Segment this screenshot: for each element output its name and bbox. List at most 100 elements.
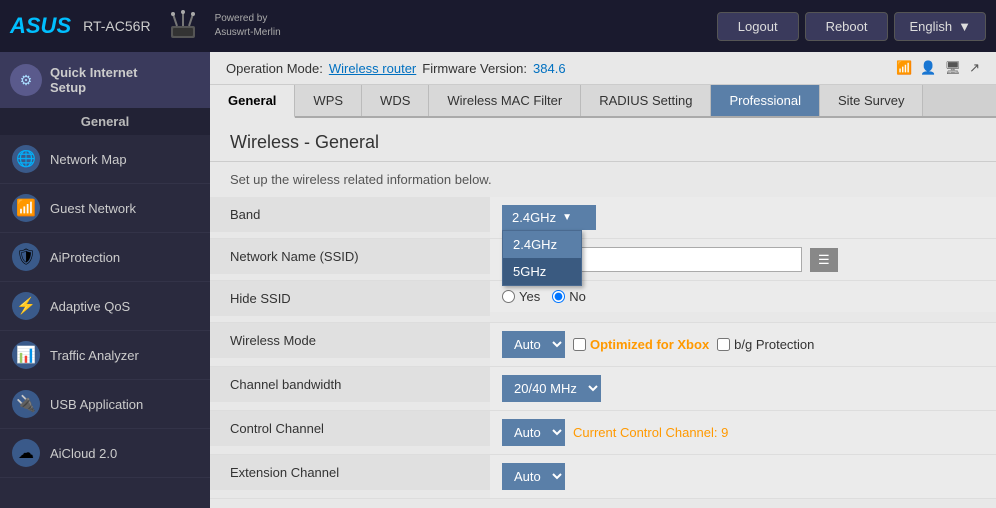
band-option-24ghz[interactable]: 2.4GHz — [503, 231, 581, 258]
tab-site-survey[interactable]: Site Survey — [820, 85, 923, 116]
sidebar-general-title: General — [0, 108, 210, 135]
band-control: 2.4GHz ▼ 2.4GHz 5GHz — [490, 197, 996, 238]
sidebar-item-label: Network Map — [50, 152, 127, 167]
control-channel-row: Control Channel Auto Current Control Cha… — [210, 411, 996, 455]
router-icon — [159, 6, 207, 46]
tab-general[interactable]: General — [210, 85, 295, 118]
bg-protection-checkbox[interactable] — [717, 338, 730, 351]
sidebar-item-guest-network[interactable]: 📶 Guest Network — [0, 184, 210, 233]
bg-protection-checkbox-label[interactable]: b/g Protection — [717, 337, 814, 352]
channel-bw-row: Channel bandwidth 20/40 MHz 20 MHz 40 MH… — [210, 367, 996, 411]
control-channel-label: Control Channel — [210, 411, 490, 446]
logout-button[interactable]: Logout — [717, 12, 799, 41]
main-panel: Wireless - General Set up the wireless r… — [210, 118, 996, 508]
wireless-mode-select[interactable]: Auto — [502, 331, 565, 358]
band-label: Band — [210, 197, 490, 232]
hide-ssid-yes-radio[interactable] — [502, 290, 515, 303]
quick-setup-label: Quick InternetSetup — [50, 65, 137, 95]
asus-logo: ASUS — [10, 13, 71, 39]
xbox-optimized-checkbox-label[interactable]: Optimized for Xbox — [573, 337, 709, 352]
powered-by: Powered by Asuswrt-Merlin — [215, 12, 281, 40]
hide-ssid-row: Hide SSID Yes No — [210, 281, 996, 323]
network-name-row: Network Name (SSID) ☰ — [210, 239, 996, 281]
tab-wps[interactable]: WPS — [295, 85, 362, 116]
quick-internet-setup[interactable]: ⚙ Quick InternetSetup — [0, 52, 210, 108]
extension-channel-row: Extension Channel Auto — [210, 455, 996, 499]
tab-wds[interactable]: WDS — [362, 85, 429, 116]
bg-protection-label: b/g Protection — [734, 337, 814, 352]
sidebar: ⚙ Quick InternetSetup General 🌐 Network … — [0, 52, 210, 508]
sidebar-item-adaptive-qos[interactable]: ⚡ Adaptive QoS — [0, 282, 210, 331]
xbox-optimized-checkbox[interactable] — [573, 338, 586, 351]
fw-label: Firmware Version: — [422, 61, 527, 76]
traffic-analyzer-icon: 📊 — [12, 341, 40, 369]
hide-ssid-radio-group: Yes No — [502, 289, 586, 304]
fw-version: 384.6 — [533, 61, 566, 76]
sidebar-item-label: Traffic Analyzer — [50, 348, 139, 363]
panel-title: Wireless - General — [210, 118, 996, 162]
aiprotection-icon: 🛡 — [12, 243, 40, 271]
model-name: RT-AC56R — [83, 18, 150, 34]
sidebar-item-network-map[interactable]: 🌐 Network Map — [0, 135, 210, 184]
adaptive-qos-icon: ⚡ — [12, 292, 40, 320]
tab-professional[interactable]: Professional — [711, 85, 820, 116]
guest-network-icon: 📶 — [12, 194, 40, 222]
channel-bw-control: 20/40 MHz 20 MHz 40 MHz — [490, 367, 996, 410]
network-name-icon-button[interactable]: ☰ — [810, 248, 838, 272]
sidebar-item-label: Guest Network — [50, 201, 136, 216]
band-dropdown[interactable]: 2.4GHz ▼ 2.4GHz 5GHz — [502, 205, 596, 230]
sidebar-item-usb-application[interactable]: 🔌 USB Application — [0, 380, 210, 429]
wireless-mode-row: Wireless Mode Auto Optimized for Xbox b/… — [210, 323, 996, 367]
channel-bw-select[interactable]: 20/40 MHz 20 MHz 40 MHz — [502, 375, 601, 402]
user-icon: 👤 — [920, 60, 936, 76]
extension-channel-select[interactable]: Auto — [502, 463, 565, 490]
hide-ssid-no-option[interactable]: No — [552, 289, 586, 304]
status-icons: 📶 👤 🖥 ↗ — [896, 60, 980, 76]
channel-bw-label: Channel bandwidth — [210, 367, 490, 402]
quick-setup-icon: ⚙ — [10, 64, 42, 96]
panel-description: Set up the wireless related information … — [210, 162, 996, 197]
xbox-label: Optimized for Xbox — [590, 337, 709, 352]
tab-radius-setting[interactable]: RADIUS Setting — [581, 85, 711, 116]
control-channel-select[interactable]: Auto — [502, 419, 565, 446]
header: ASUS RT-AC56R Powered by Asuswrt-Merlin … — [0, 0, 996, 52]
sidebar-item-aicloud[interactable]: ☁ AiCloud 2.0 — [0, 429, 210, 478]
language-button[interactable]: English ▼ — [894, 12, 986, 41]
share-icon: ↗ — [969, 60, 980, 76]
band-row: Band 2.4GHz ▼ 2.4GHz 5GHz — [210, 197, 996, 239]
hide-ssid-label: Hide SSID — [210, 281, 490, 316]
tab-wireless-mac-filter[interactable]: Wireless MAC Filter — [429, 85, 581, 116]
wifi-icon: 📶 — [896, 60, 912, 76]
network-map-icon: 🌐 — [12, 145, 40, 173]
wireless-mode-label: Wireless Mode — [210, 323, 490, 358]
hide-ssid-no-radio[interactable] — [552, 290, 565, 303]
logo-area: ASUS RT-AC56R Powered by Asuswrt-Merlin — [10, 6, 281, 46]
sidebar-item-aiprotection[interactable]: 🛡 AiProtection — [0, 233, 210, 282]
control-channel-status: Current Control Channel: 9 — [573, 425, 728, 440]
header-buttons: Logout Reboot English ▼ — [717, 12, 986, 41]
main-layout: ⚙ Quick InternetSetup General 🌐 Network … — [0, 52, 996, 508]
hide-ssid-yes-option[interactable]: Yes — [502, 289, 540, 304]
content-area: Operation Mode: Wireless router Firmware… — [210, 52, 996, 508]
control-channel-control: Auto Current Control Channel: 9 — [490, 411, 996, 454]
band-selected-value: 2.4GHz — [512, 210, 556, 225]
aicloud-icon: ☁ — [12, 439, 40, 467]
sidebar-item-label: Adaptive QoS — [50, 299, 130, 314]
extension-channel-control: Auto — [490, 455, 996, 498]
extension-channel-label: Extension Channel — [210, 455, 490, 490]
op-mode-link[interactable]: Wireless router — [329, 61, 416, 76]
reboot-button[interactable]: Reboot — [805, 12, 889, 41]
wireless-form: Band 2.4GHz ▼ 2.4GHz 5GHz — [210, 197, 996, 499]
op-mode-label: Operation Mode: — [226, 61, 323, 76]
tab-bar: General WPS WDS Wireless MAC Filter RADI… — [210, 85, 996, 118]
chevron-down-icon: ▼ — [958, 19, 971, 34]
screen-icon: 🖥 — [945, 60, 962, 76]
band-dropdown-button[interactable]: 2.4GHz ▼ — [502, 205, 596, 230]
usb-application-icon: 🔌 — [12, 390, 40, 418]
sidebar-item-label: AiProtection — [50, 250, 120, 265]
sidebar-item-label: AiCloud 2.0 — [50, 446, 117, 461]
wireless-mode-control: Auto Optimized for Xbox b/g Protection — [490, 323, 996, 366]
dropdown-arrow-icon: ▼ — [562, 212, 572, 223]
sidebar-item-traffic-analyzer[interactable]: 📊 Traffic Analyzer — [0, 331, 210, 380]
band-option-5ghz[interactable]: 5GHz — [503, 258, 581, 285]
